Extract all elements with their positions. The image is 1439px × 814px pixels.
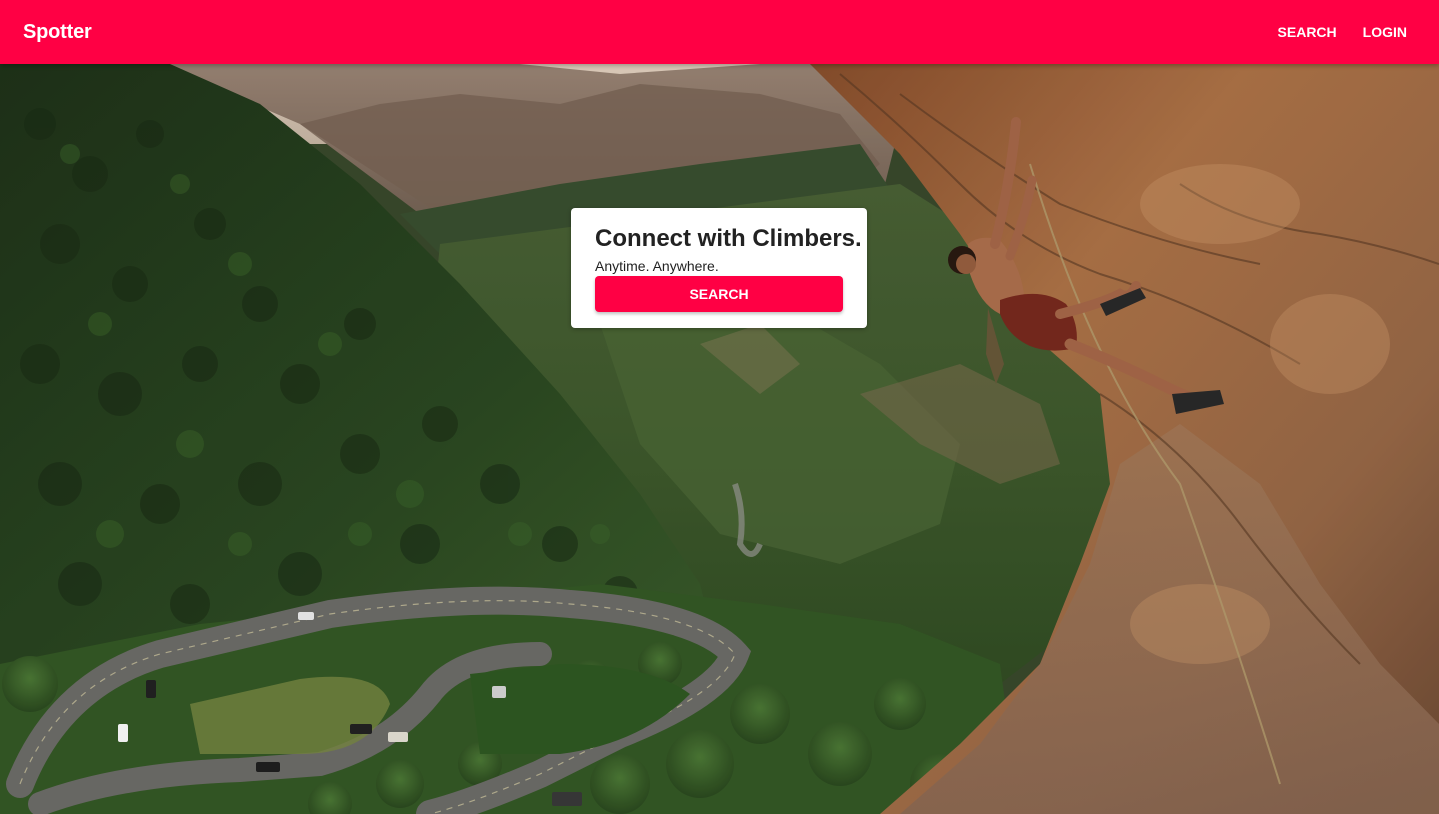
nav-login-button[interactable]: LOGIN [1355, 16, 1415, 48]
hero-background-photo [0, 64, 1439, 814]
hero-title: Connect with Climbers. [595, 225, 862, 252]
top-nav: SEARCH LOGIN [1270, 16, 1415, 48]
hero-search-button[interactable]: SEARCH [595, 276, 843, 312]
hero-subtitle: Anytime. Anywhere. [595, 258, 719, 274]
top-app-bar: Spotter SEARCH LOGIN [0, 0, 1439, 64]
landing-page: Spotter SEARCH LOGIN Connect with Climbe… [0, 0, 1439, 814]
nav-search-button[interactable]: SEARCH [1270, 16, 1345, 48]
hero-card: Connect with Climbers. Anytime. Anywhere… [571, 208, 867, 328]
brand-logo[interactable]: Spotter [23, 21, 92, 44]
hero-photo-illustration [0, 64, 1439, 814]
